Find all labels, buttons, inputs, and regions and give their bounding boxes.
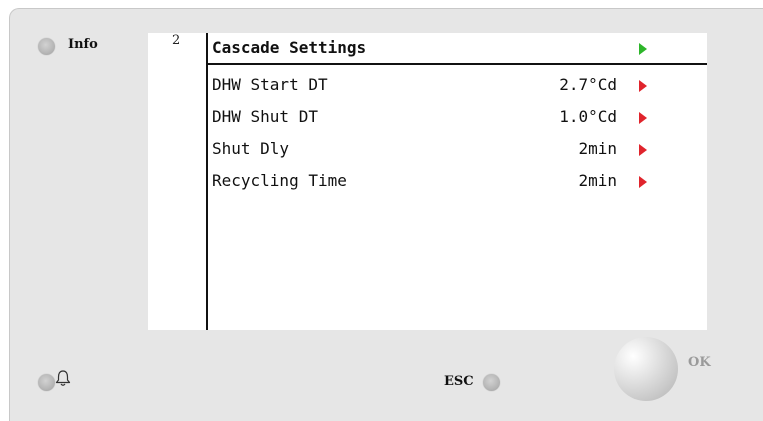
page-number: 2 — [172, 33, 181, 48]
setting-value: 2min — [568, 139, 617, 158]
esc-label: ESC — [444, 374, 474, 389]
green-right-triangle-icon — [639, 43, 647, 55]
info-label: Info — [68, 37, 98, 52]
setting-label: DHW Shut DT — [212, 107, 318, 126]
setting-label: Shut Dly — [212, 139, 290, 158]
menu-title-text: Cascade Settings — [212, 38, 367, 57]
alarm-button[interactable] — [38, 374, 55, 391]
red-right-triangle-icon[interactable] — [639, 176, 647, 188]
setting-value: 1.0°Cd — [559, 107, 617, 126]
setting-label: DHW Start DT — [212, 75, 328, 94]
red-right-triangle-icon[interactable] — [639, 80, 647, 92]
info-button[interactable] — [38, 38, 55, 55]
red-right-triangle-icon[interactable] — [639, 112, 647, 124]
ok-label: OK — [688, 355, 711, 370]
setting-value: 2min — [568, 171, 617, 190]
bell-icon — [55, 370, 71, 386]
ok-knob[interactable] — [614, 337, 678, 401]
setting-row-recycling-time[interactable]: Recycling Time 2min — [212, 169, 707, 193]
screen-divider-horizontal — [206, 63, 707, 65]
setting-row-dhw-start-dt[interactable]: DHW Start DT 2.7°Cd — [212, 73, 707, 97]
setting-value: 2.7°Cd — [559, 75, 617, 94]
menu-title: Cascade Settings — [212, 36, 707, 60]
setting-label: Recycling Time — [212, 171, 347, 190]
screen-divider-vertical — [206, 33, 208, 330]
setting-row-shut-dly[interactable]: Shut Dly 2min — [212, 137, 707, 161]
red-right-triangle-icon[interactable] — [639, 144, 647, 156]
esc-button[interactable] — [483, 374, 500, 391]
setting-row-dhw-shut-dt[interactable]: DHW Shut DT 1.0°Cd — [212, 105, 707, 129]
